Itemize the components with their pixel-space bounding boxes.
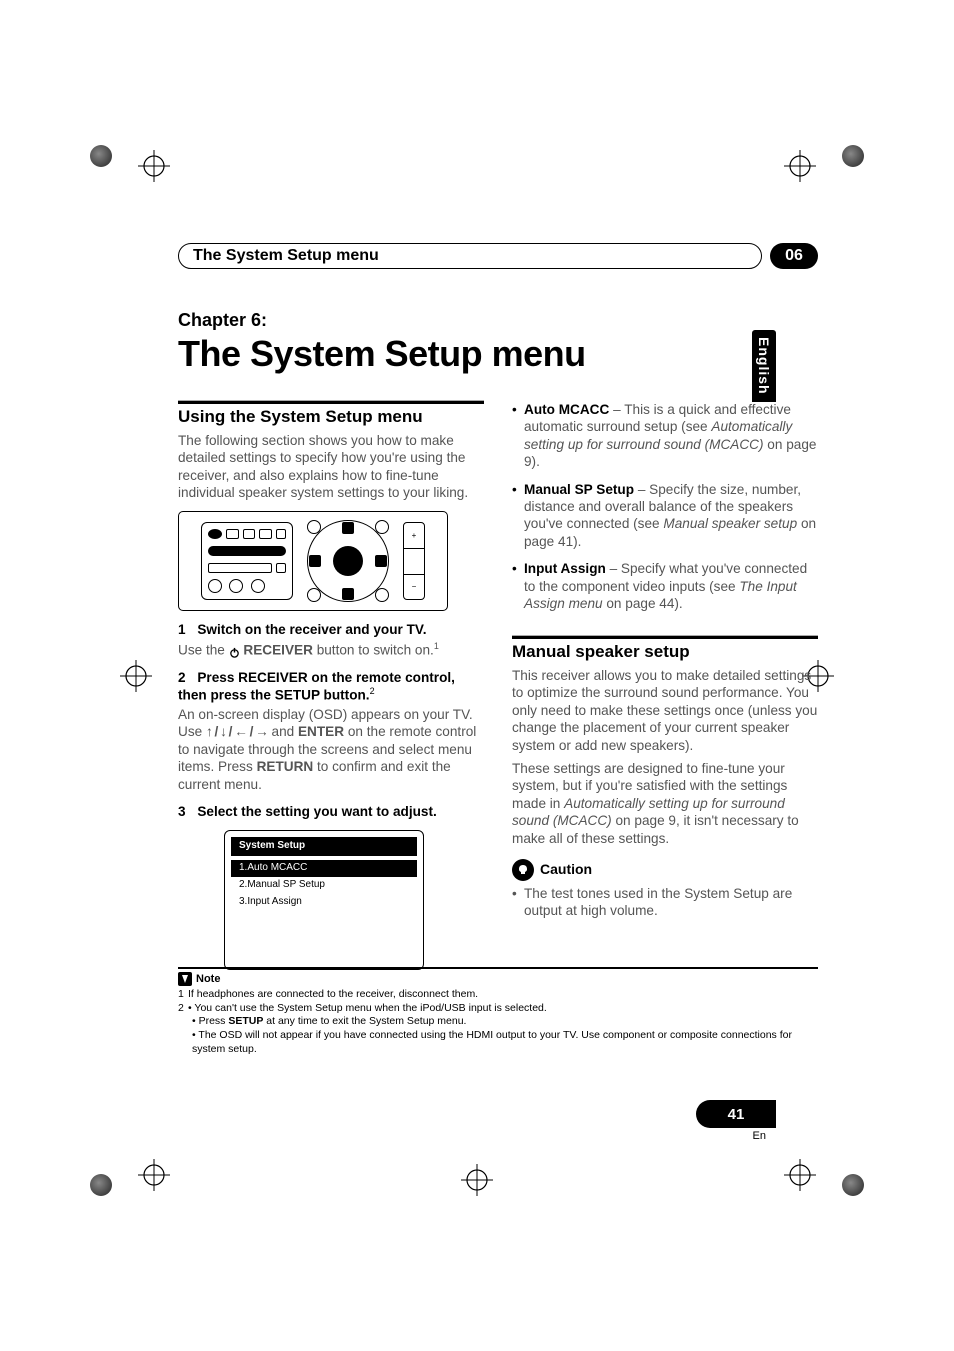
text: You can't use the System Setup menu when…	[194, 1002, 546, 1014]
list-item: Auto MCACC – This is a quick and effecti…	[512, 401, 818, 471]
step-number: 3	[178, 803, 186, 820]
chapter-number-badge: 06	[770, 243, 818, 269]
crop-blob	[90, 145, 112, 167]
crop-blob	[842, 145, 864, 167]
osd-item-selected: 1.Auto MCACC	[231, 860, 417, 877]
chapter-label: Chapter 6:	[178, 310, 818, 331]
osd-item: 3.Input Assign	[231, 894, 417, 911]
chapter-title: The System Setup menu	[178, 333, 818, 375]
section-divider	[178, 401, 484, 404]
step-text: Switch on the receiver and your TV.	[197, 622, 426, 637]
step-1-body: Use the RECEIVER button to switch on.1	[178, 641, 484, 659]
osd-title: System Setup	[231, 837, 417, 856]
page-number: 41	[728, 1107, 745, 1122]
remote-dpad	[307, 520, 389, 602]
running-title-text: The System Setup menu	[193, 247, 379, 265]
step-2-body: An on-screen display (OSD) appears on yo…	[178, 706, 484, 793]
text: on page 44).	[606, 596, 682, 611]
osd-body: 1.Auto MCACC 2.Manual SP Setup 3.Input A…	[231, 860, 417, 963]
text: If headphones are connected to the recei…	[188, 988, 478, 1000]
text: Press	[199, 1015, 229, 1027]
page-lang-label: En	[753, 1130, 766, 1142]
content-area: Chapter 6: The System Setup menu Using t…	[178, 310, 818, 970]
text: at any time to exit the System Setup men…	[263, 1015, 466, 1027]
power-icon	[229, 645, 240, 656]
section-heading: Manual speaker setup	[512, 641, 818, 663]
paragraph: This receiver allows you to make detaile…	[512, 667, 818, 754]
registration-mark-icon	[120, 660, 152, 692]
columns: Using the System Setup menu The followin…	[178, 401, 818, 970]
registration-mark-icon	[138, 150, 170, 182]
remote-control-diagram: +−	[178, 511, 448, 611]
step-number: 2	[178, 669, 186, 686]
step-2: 2 Press RECEIVER on the remote control, …	[178, 669, 484, 704]
text: and	[272, 724, 298, 739]
list-item: Manual SP Setup – Specify the size, numb…	[512, 481, 818, 551]
step-3: 3 Select the setting you want to adjust.	[178, 803, 484, 820]
remote-top-face	[201, 522, 293, 600]
footnote-1: 1If headphones are connected to the rece…	[178, 988, 818, 1002]
osd-screen-figure: System Setup 1.Auto MCACC 2.Manual SP Se…	[224, 830, 424, 970]
registration-mark-icon	[784, 1159, 816, 1191]
remote-volume: +−	[403, 522, 425, 600]
intro-paragraph: The following section shows you how to m…	[178, 432, 484, 502]
section-heading: Using the System Setup menu	[178, 406, 484, 428]
caution-heading: Caution	[512, 859, 818, 881]
options-list: Auto MCACC – This is a quick and effecti…	[512, 401, 818, 612]
text-bold: SETUP	[228, 1015, 263, 1027]
xref: Manual speaker setup	[663, 516, 797, 531]
footnote-ref: 2	[370, 686, 375, 696]
text: button to switch on.	[317, 642, 434, 657]
registration-mark-icon	[784, 150, 816, 182]
registration-mark-icon	[138, 1159, 170, 1191]
text: Use the	[178, 642, 229, 657]
option-name: Input Assign	[524, 561, 606, 576]
footnote-2c: • The OSD will not appear if you have co…	[178, 1029, 818, 1056]
note-heading: Note	[178, 972, 818, 986]
section-divider	[512, 636, 818, 639]
osd-item: 2.Manual SP Setup	[231, 877, 417, 894]
page-number-badge: 41 En	[696, 1100, 776, 1128]
step-text: Press RECEIVER on the remote control, th…	[178, 670, 455, 703]
crop-blob	[842, 1174, 864, 1196]
note-icon	[178, 972, 192, 986]
list-item: The test tones used in the System Setup …	[512, 885, 818, 920]
caution-label: Caution	[540, 861, 592, 879]
option-name: Manual SP Setup	[524, 482, 634, 497]
text-bold: RETURN	[257, 759, 314, 774]
running-header: The System Setup menu 06	[178, 243, 818, 269]
list-item: Input Assign – Specify what you've conne…	[512, 560, 818, 612]
caution-list: The test tones used in the System Setup …	[512, 885, 818, 920]
page: The System Setup menu 06 English Chapter…	[0, 0, 954, 1351]
footnote-ref: 1	[434, 641, 439, 651]
registration-mark-icon	[461, 1164, 493, 1196]
right-column: Auto MCACC – This is a quick and effecti…	[512, 401, 818, 970]
option-name: Auto MCACC	[524, 402, 609, 417]
running-title: The System Setup menu	[178, 243, 762, 269]
step-number: 1	[178, 621, 186, 638]
caution-icon	[512, 859, 534, 881]
step-text: Select the setting you want to adjust.	[197, 804, 436, 819]
text-bold: RECEIVER	[243, 642, 313, 657]
note-label: Note	[196, 973, 220, 985]
text: The OSD will not appear if you have conn…	[192, 1029, 792, 1055]
step-1: 1 Switch on the receiver and your TV.	[178, 621, 484, 638]
footnote-2a: 2• You can't use the System Setup menu w…	[178, 1002, 818, 1016]
arrow-glyphs: ↑ / ↓ / ← / →	[206, 724, 268, 739]
footnote-2b: • Press SETUP at any time to exit the Sy…	[178, 1015, 818, 1029]
crop-blob	[90, 1174, 112, 1196]
footnotes: Note 1If headphones are connected to the…	[178, 967, 818, 1056]
footnote-rule	[178, 967, 818, 969]
left-column: Using the System Setup menu The followin…	[178, 401, 484, 970]
paragraph: These settings are designed to fine-tune…	[512, 760, 818, 847]
text-bold: ENTER	[298, 724, 344, 739]
